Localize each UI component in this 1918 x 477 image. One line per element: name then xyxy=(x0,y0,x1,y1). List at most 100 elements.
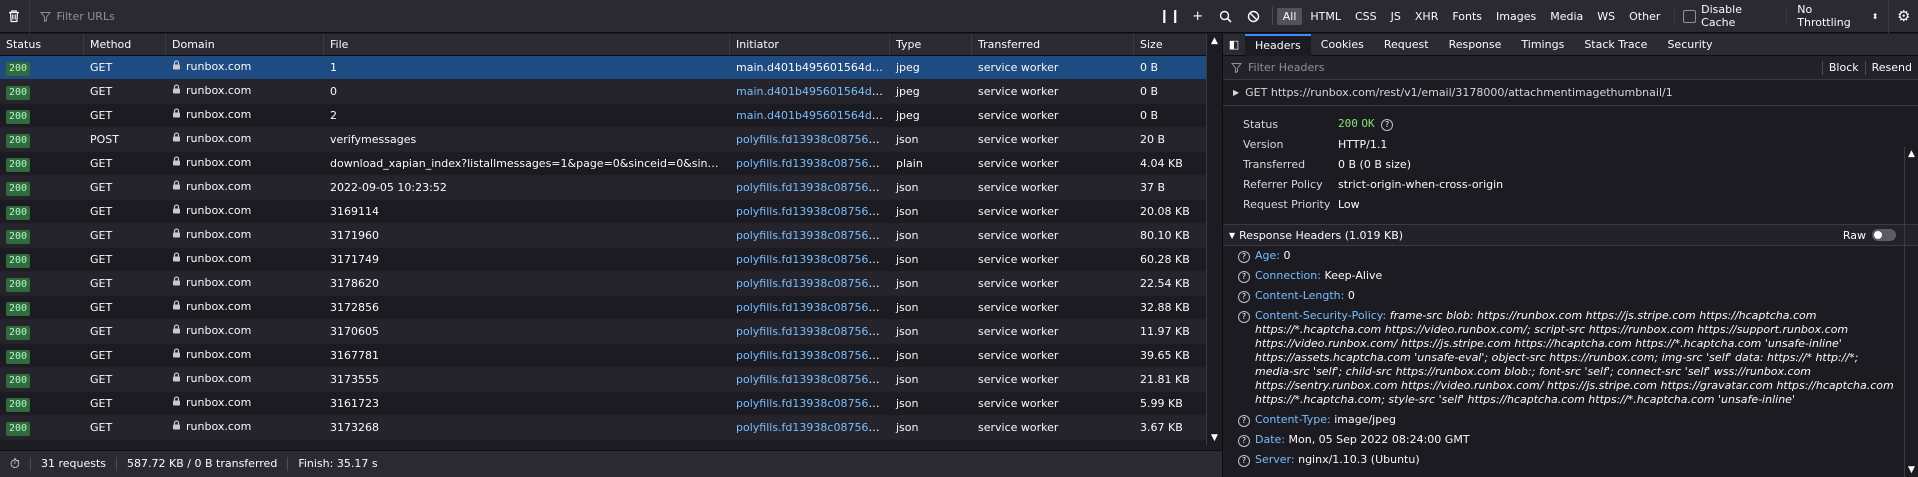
table-row[interactable]: 200 POST runbox.com verifymessages polyfills… xyxy=(0,128,1222,152)
settings-button[interactable]: ⚙ xyxy=(1888,0,1918,33)
column-header-file[interactable]: File xyxy=(324,34,730,55)
filter-js-button[interactable]: JS xyxy=(1385,8,1407,25)
table-row[interactable]: 200 GET runbox.com 3169114 polyfills.fd13938… xyxy=(0,200,1222,224)
resend-button[interactable]: Resend xyxy=(1864,60,1918,75)
tab-timings[interactable]: Timings xyxy=(1511,34,1574,56)
scroll-up-icon[interactable]: ▲ xyxy=(1207,36,1222,46)
help-icon-cell[interactable]: ? xyxy=(1235,249,1255,263)
tab-cookies[interactable]: Cookies xyxy=(1311,34,1374,56)
help-icon-cell[interactable]: ? xyxy=(1235,433,1255,447)
raw-toggle[interactable] xyxy=(1872,229,1896,241)
filter-xhr-button[interactable]: XHR xyxy=(1409,8,1444,25)
block-button[interactable]: Block xyxy=(1821,60,1865,75)
column-header-domain[interactable]: Domain xyxy=(166,34,324,55)
details-scrollbar[interactable]: ▲ ▼ xyxy=(1904,147,1918,477)
initiator-cell[interactable]: polyfills.fd13938c08756277... xyxy=(730,176,890,200)
initiator-cell[interactable]: main.d401b495601564d1f2... xyxy=(730,104,890,128)
initiator-cell[interactable]: polyfills.fd13938c08756277... xyxy=(730,128,890,152)
initiator-cell[interactable]: polyfills.fd13938c08756277... xyxy=(730,200,890,224)
column-header-status[interactable]: Status xyxy=(0,34,84,55)
initiator-cell[interactable]: main.d401b495601564d1f2... xyxy=(730,80,890,104)
clear-button[interactable] xyxy=(0,0,30,33)
help-icon[interactable]: ? xyxy=(1238,291,1250,303)
response-headers-section[interactable]: ▼ Response Headers (1.019 KB) Raw xyxy=(1223,224,1918,246)
filter-html-button[interactable]: HTML xyxy=(1304,8,1347,25)
filter-media-button[interactable]: Media xyxy=(1544,8,1589,25)
filter-fonts-button[interactable]: Fonts xyxy=(1446,8,1488,25)
help-icon[interactable]: ? xyxy=(1381,119,1394,131)
pause-button[interactable]: ❙❙ xyxy=(1156,0,1184,33)
column-header-transferred[interactable]: Transferred xyxy=(972,34,1134,55)
filter-headers[interactable]: Filter Headers xyxy=(1223,61,1822,74)
initiator-link[interactable]: polyfills.fd13938c08756277... xyxy=(736,325,890,338)
search-button[interactable] xyxy=(1212,0,1240,33)
help-icon[interactable]: ? xyxy=(1238,311,1250,323)
tab-stack-trace[interactable]: Stack Trace xyxy=(1574,34,1657,56)
disable-cache-checkbox[interactable] xyxy=(1683,9,1697,23)
url-filter[interactable] xyxy=(30,0,1156,33)
table-row[interactable]: 200 GET runbox.com download_xapian_index?li… xyxy=(0,152,1222,176)
table-row[interactable]: 200 GET runbox.com 3173268 polyfills.fd13938… xyxy=(0,416,1222,440)
table-row[interactable]: 200 GET runbox.com 2 main.d401b495601564d1f2… xyxy=(0,104,1222,128)
table-row[interactable]: 200 GET runbox.com 3170605 polyfills.fd13938… xyxy=(0,320,1222,344)
help-icon-cell[interactable]: ? xyxy=(1235,413,1255,427)
initiator-link[interactable]: polyfills.fd13938c08756277... xyxy=(736,277,890,290)
initiator-link[interactable]: polyfills.fd13938c08756277... xyxy=(736,181,890,194)
column-header-method[interactable]: Method xyxy=(84,34,166,55)
filter-all-button[interactable]: All xyxy=(1276,7,1303,25)
initiator-cell[interactable]: polyfills.fd13938c08756277... xyxy=(730,272,890,296)
toggle-sidebar-icon[interactable]: ◧ xyxy=(1223,38,1245,51)
initiator-link[interactable]: polyfills.fd13938c08756277... xyxy=(736,205,890,218)
initiator-cell[interactable]: polyfills.fd13938c08756277... xyxy=(730,392,890,416)
initiator-cell[interactable]: polyfills.fd13938c08756277... xyxy=(730,344,890,368)
disable-cache-toggle[interactable]: Disable Cache xyxy=(1674,3,1786,29)
help-icon-cell[interactable]: ? xyxy=(1235,309,1255,407)
initiator-cell[interactable]: polyfills.fd13938c08756277... xyxy=(730,224,890,248)
help-icon-cell[interactable]: ? xyxy=(1235,453,1255,467)
scroll-up-icon[interactable]: ▲ xyxy=(1905,149,1918,159)
help-icon[interactable]: ? xyxy=(1238,251,1250,263)
initiator-cell[interactable]: polyfills.fd13938c08756277... xyxy=(730,368,890,392)
tab-headers[interactable]: Headers xyxy=(1245,34,1311,56)
help-icon[interactable]: ? xyxy=(1238,271,1250,283)
filter-ws-button[interactable]: WS xyxy=(1591,8,1621,25)
filter-other-button[interactable]: Other xyxy=(1623,8,1666,25)
request-summary[interactable]: ▶ GET https://runbox.com/rest/v1/email/3… xyxy=(1223,80,1918,106)
initiator-link[interactable]: polyfills.fd13938c08756277... xyxy=(736,373,890,386)
table-scrollbar[interactable]: ▲ ▼ xyxy=(1206,34,1222,445)
filter-css-button[interactable]: CSS xyxy=(1349,8,1383,25)
initiator-cell[interactable]: polyfills.fd13938c08756277... xyxy=(730,296,890,320)
scroll-down-icon[interactable]: ▼ xyxy=(1905,465,1918,475)
initiator-cell[interactable]: main.d401b495601564d1f2... xyxy=(730,56,890,80)
block-urls-button[interactable] xyxy=(1240,0,1268,33)
initiator-link[interactable]: main.d401b495601564d1f2... xyxy=(736,85,890,98)
initiator-link[interactable]: polyfills.fd13938c08756277... xyxy=(736,421,890,434)
tab-security[interactable]: Security xyxy=(1657,34,1722,56)
tab-response[interactable]: Response xyxy=(1439,34,1512,56)
filter-images-button[interactable]: Images xyxy=(1490,8,1542,25)
table-row[interactable]: 200 GET runbox.com 1 main.d401b495601564d1f2… xyxy=(0,56,1222,80)
add-request-button[interactable]: + xyxy=(1184,0,1212,33)
stopwatch-icon[interactable]: ⏱ xyxy=(0,457,30,472)
initiator-link[interactable]: polyfills.fd13938c08756277... xyxy=(736,133,890,146)
initiator-link[interactable]: polyfills.fd13938c08756277... xyxy=(736,229,890,242)
filter-urls-input[interactable] xyxy=(56,9,957,23)
table-row[interactable]: 200 GET runbox.com 3178620 polyfills.fd13938… xyxy=(0,272,1222,296)
initiator-link[interactable]: main.d401b495601564d1f2... xyxy=(736,109,890,122)
scroll-down-icon[interactable]: ▼ xyxy=(1207,433,1222,443)
help-icon[interactable]: ? xyxy=(1238,415,1250,427)
table-row[interactable]: 200 GET runbox.com 0 main.d401b495601564d1f2… xyxy=(0,80,1222,104)
initiator-link[interactable]: polyfills.fd13938c08756277... xyxy=(736,253,890,266)
initiator-cell[interactable]: polyfills.fd13938c08756277... xyxy=(730,248,890,272)
table-row[interactable]: 200 GET runbox.com 3161723 polyfills.fd13938… xyxy=(0,392,1222,416)
table-row[interactable]: 200 GET runbox.com 3173555 polyfills.fd13938… xyxy=(0,368,1222,392)
column-header-type[interactable]: Type xyxy=(890,34,972,55)
column-header-initiator[interactable]: Initiator xyxy=(730,34,890,55)
column-header-size[interactable]: Size xyxy=(1134,34,1214,55)
initiator-cell[interactable]: polyfills.fd13938c08756277... xyxy=(730,152,890,176)
table-row[interactable]: 200 GET runbox.com 3171749 polyfills.fd13938… xyxy=(0,248,1222,272)
initiator-cell[interactable]: polyfills.fd13938c08756277... xyxy=(730,320,890,344)
help-icon[interactable]: ? xyxy=(1238,455,1250,467)
table-row[interactable]: 200 GET runbox.com 3172856 polyfills.fd13938… xyxy=(0,296,1222,320)
initiator-cell[interactable]: polyfills.fd13938c08756277... xyxy=(730,416,890,440)
